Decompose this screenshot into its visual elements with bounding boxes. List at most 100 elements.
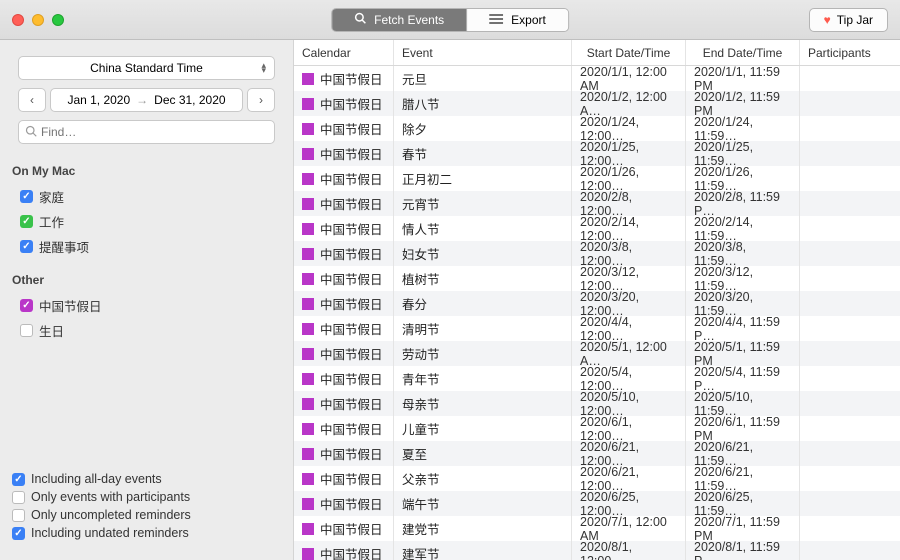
row-start: 2020/1/2, 12:00 A…	[572, 91, 686, 116]
row-participants	[800, 316, 900, 341]
table-row[interactable]: 中国节假日腊八节2020/1/2, 12:00 A…2020/1/2, 11:5…	[294, 91, 900, 116]
row-start: 2020/3/20, 12:00…	[572, 291, 686, 316]
calendar-color-swatch	[302, 348, 314, 360]
table-row[interactable]: 中国节假日建党节2020/7/1, 12:00 AM2020/7/1, 11:5…	[294, 516, 900, 541]
filter-checkbox[interactable]: ✓	[12, 527, 25, 540]
row-end: 2020/1/24, 11:59…	[686, 116, 800, 141]
calendar-item[interactable]: ✓家庭	[0, 184, 293, 209]
calendar-checkbox[interactable]: ✓	[20, 190, 33, 203]
row-event: 建军节	[394, 541, 572, 560]
table-row[interactable]: 中国节假日端午节2020/6/25, 12:00…2020/6/25, 11:5…	[294, 491, 900, 516]
table-row[interactable]: 中国节假日元宵节2020/2/8, 12:00…2020/2/8, 11:59 …	[294, 191, 900, 216]
filter-label: Including undated reminders	[31, 526, 189, 540]
row-calendar: 中国节假日	[320, 244, 383, 263]
calendar-color-swatch	[302, 248, 314, 260]
calendar-section-header: On My Mac	[0, 150, 293, 184]
calendar-item[interactable]: ✓提醒事项	[0, 234, 293, 259]
row-participants	[800, 91, 900, 116]
table-row[interactable]: 中国节假日情人节2020/2/14, 12:00…2020/2/14, 11:5…	[294, 216, 900, 241]
titlebar: Fetch Events Export ♥ Tip Jar	[0, 0, 900, 40]
col-calendar[interactable]: Calendar	[294, 40, 394, 65]
calendar-checkbox[interactable]	[20, 324, 33, 337]
row-event: 清明节	[394, 316, 572, 341]
table-row[interactable]: 中国节假日劳动节2020/5/1, 12:00 A…2020/5/1, 11:5…	[294, 341, 900, 366]
table-row[interactable]: 中国节假日春分2020/3/20, 12:00…2020/3/20, 11:59…	[294, 291, 900, 316]
table-row[interactable]: 中国节假日父亲节2020/6/21, 12:00…2020/6/21, 11:5…	[294, 466, 900, 491]
table-row[interactable]: 中国节假日妇女节2020/3/8, 12:00…2020/3/8, 11:59…	[294, 241, 900, 266]
row-event: 元宵节	[394, 191, 572, 216]
table-row[interactable]: 中国节假日春节2020/1/25, 12:00…2020/1/25, 11:59…	[294, 141, 900, 166]
row-calendar: 中国节假日	[320, 269, 383, 288]
table-row[interactable]: 中国节假日除夕2020/1/24, 12:00…2020/1/24, 11:59…	[294, 116, 900, 141]
export-label: Export	[511, 13, 546, 27]
filter-checkbox[interactable]	[12, 491, 25, 504]
table-row[interactable]: 中国节假日青年节2020/5/4, 12:00…2020/5/4, 11:59 …	[294, 366, 900, 391]
row-participants	[800, 416, 900, 441]
table-row[interactable]: 中国节假日建军节2020/8/1, 12:00…2020/8/1, 11:59 …	[294, 541, 900, 560]
row-event: 儿童节	[394, 416, 572, 441]
row-participants	[800, 141, 900, 166]
filter-checkbox[interactable]	[12, 509, 25, 522]
export-button[interactable]: Export	[467, 9, 568, 31]
row-end: 2020/3/8, 11:59…	[686, 241, 800, 266]
row-calendar: 中国节假日	[320, 119, 383, 138]
date-next-button[interactable]: ›	[247, 88, 275, 112]
tip-jar-button[interactable]: ♥ Tip Jar	[809, 8, 888, 32]
row-participants	[800, 216, 900, 241]
row-end: 2020/7/1, 11:59 PM	[686, 516, 800, 541]
calendar-color-swatch	[302, 298, 314, 310]
row-start: 2020/1/1, 12:00 AM	[572, 66, 686, 91]
filter-checkbox[interactable]: ✓	[12, 473, 25, 486]
row-end: 2020/6/1, 11:59 PM	[686, 416, 800, 441]
row-start: 2020/2/8, 12:00…	[572, 191, 686, 216]
col-event[interactable]: Event	[394, 40, 572, 65]
row-calendar: 中国节假日	[320, 219, 383, 238]
search-field[interactable]	[18, 120, 275, 144]
row-end: 2020/6/25, 11:59…	[686, 491, 800, 516]
row-calendar: 中国节假日	[320, 394, 383, 413]
col-participants[interactable]: Participants	[800, 40, 900, 65]
row-event: 情人节	[394, 216, 572, 241]
row-event: 元旦	[394, 66, 572, 91]
table-row[interactable]: 中国节假日清明节2020/4/4, 12:00…2020/4/4, 11:59 …	[294, 316, 900, 341]
table-row[interactable]: 中国节假日母亲节2020/5/10, 12:00…2020/5/10, 11:5…	[294, 391, 900, 416]
fetch-events-label: Fetch Events	[374, 13, 444, 27]
filter-row[interactable]: Only events with participants	[12, 488, 281, 506]
row-end: 2020/4/4, 11:59 P…	[686, 316, 800, 341]
table-row[interactable]: 中国节假日儿童节2020/6/1, 12:00…2020/6/1, 11:59 …	[294, 416, 900, 441]
fetch-events-button[interactable]: Fetch Events	[332, 9, 467, 31]
row-participants	[800, 66, 900, 91]
minimize-window-button[interactable]	[32, 14, 44, 26]
filter-row[interactable]: ✓ Including all-day events	[12, 470, 281, 488]
row-event: 父亲节	[394, 466, 572, 491]
close-window-button[interactable]	[12, 14, 24, 26]
calendar-checkbox[interactable]: ✓	[20, 240, 33, 253]
search-input[interactable]	[41, 125, 268, 139]
date-range-field[interactable]: Jan 1, 2020 → Dec 31, 2020	[50, 88, 243, 112]
calendar-checkbox[interactable]: ✓	[20, 215, 33, 228]
calendar-checkbox[interactable]: ✓	[20, 299, 33, 312]
col-start[interactable]: Start Date/Time	[572, 40, 686, 65]
calendar-item[interactable]: ✓中国节假日	[0, 293, 293, 318]
calendar-item[interactable]: ✓工作	[0, 209, 293, 234]
filter-label: Including all-day events	[31, 472, 162, 486]
row-calendar: 中国节假日	[320, 94, 383, 113]
filter-row[interactable]: Only uncompleted reminders	[12, 506, 281, 524]
calendar-item[interactable]: 生日	[0, 318, 293, 343]
row-participants	[800, 541, 900, 560]
row-start: 2020/5/1, 12:00 A…	[572, 341, 686, 366]
zoom-window-button[interactable]	[52, 14, 64, 26]
row-event: 腊八节	[394, 91, 572, 116]
row-start: 2020/3/8, 12:00…	[572, 241, 686, 266]
date-prev-button[interactable]: ‹	[18, 88, 46, 112]
row-end: 2020/2/8, 11:59 P…	[686, 191, 800, 216]
table-row[interactable]: 中国节假日元旦2020/1/1, 12:00 AM2020/1/1, 11:59…	[294, 66, 900, 91]
filter-row[interactable]: ✓ Including undated reminders	[12, 524, 281, 542]
row-calendar: 中国节假日	[320, 544, 383, 560]
col-end[interactable]: End Date/Time	[686, 40, 800, 65]
row-calendar: 中国节假日	[320, 494, 383, 513]
table-row[interactable]: 中国节假日夏至2020/6/21, 12:00…2020/6/21, 11:59…	[294, 441, 900, 466]
timezone-select[interactable]: China Standard Time ▴▾	[18, 56, 275, 80]
table-row[interactable]: 中国节假日正月初二2020/1/26, 12:00…2020/1/26, 11:…	[294, 166, 900, 191]
table-row[interactable]: 中国节假日植树节2020/3/12, 12:00…2020/3/12, 11:5…	[294, 266, 900, 291]
